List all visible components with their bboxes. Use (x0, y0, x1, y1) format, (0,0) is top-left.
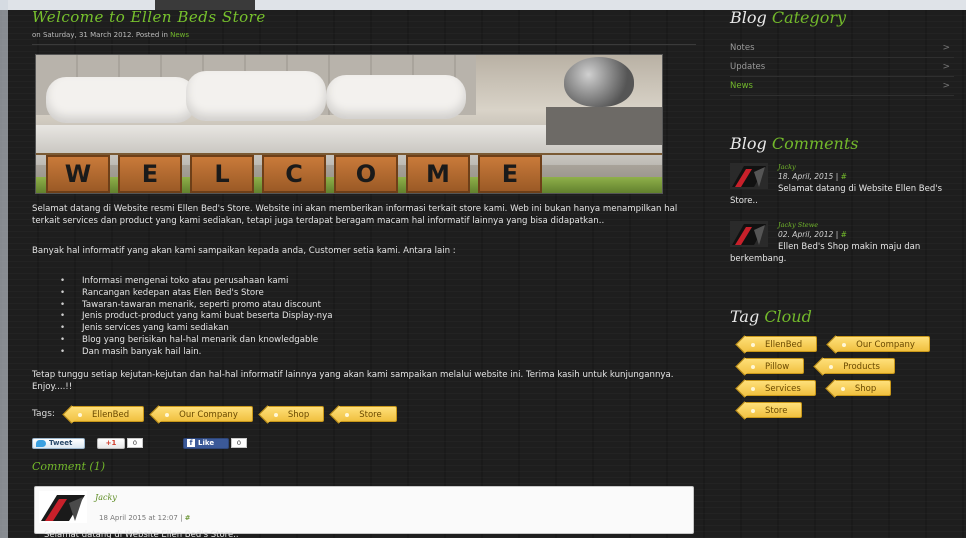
list-item: Dan masih banyak hail lain. (60, 347, 332, 359)
welcome-sign-letter: O (334, 155, 398, 193)
google-plus-count: 0 (127, 438, 143, 448)
recent-comment-date: 18. April, 2015 | # (778, 172, 847, 181)
tags-label: Tags: (32, 409, 55, 419)
post-meta-date: on Saturday, 31 March 2012. Posted in (32, 31, 168, 39)
comment-author[interactable]: Jacky (95, 493, 117, 502)
chevron-right-icon: > (942, 62, 950, 72)
cloud-tag-our-company[interactable]: Our Company (835, 336, 930, 352)
list-item: Tawaran-tawaran menarik, seperti promo a… (60, 300, 332, 312)
share-buttons: Tweet +1 0 f Like 0 (32, 437, 247, 449)
pillow (326, 75, 466, 119)
post-article: Welcome to Ellen Beds Store on Saturday,… (32, 8, 696, 534)
blog-category-title: Blog Category (730, 8, 847, 27)
tag-ellenbed[interactable]: EllenBed (70, 406, 145, 422)
sidebar: Blog Category Notes > Updates > News > Blog… (730, 8, 954, 418)
welcome-sign-letter: M (406, 155, 470, 193)
welcome-sign-letter: E (478, 155, 542, 193)
tag-cloud: EllenBed Our Company Pillow Products Ser… (730, 336, 954, 418)
recent-comment-permalink[interactable]: # (841, 230, 847, 239)
like-label: Like (198, 439, 215, 447)
welcome-signs: WELCOME (46, 155, 542, 193)
cloud-tag-products[interactable]: Products (822, 358, 895, 374)
post-title[interactable]: Welcome to Ellen Beds Store (32, 8, 696, 26)
comment-date: 18 April 2015 at 12:07 | # (99, 514, 191, 522)
recent-comment-author[interactable]: Jacky Stewe (778, 221, 818, 229)
post-paragraph-1: Selamat datang di Website resmi Ellen Be… (32, 204, 678, 226)
tag-our-company[interactable]: Our Company (158, 406, 253, 422)
cloud-tag-services[interactable]: Services (744, 380, 816, 396)
cloud-tag-shop[interactable]: Shop (833, 380, 892, 396)
cloud-tag-ellenbed[interactable]: EllenBed (744, 336, 818, 352)
recent-comment-date: 02. April, 2012 | # (778, 230, 847, 239)
welcome-sign-letter: C (262, 155, 326, 193)
blog-comments-title: Blog Comments (730, 134, 859, 153)
tweet-button[interactable]: Tweet (32, 437, 85, 449)
hero-image-welcome: WELCOME (35, 54, 663, 194)
title-divider (32, 44, 696, 45)
recent-comment-text: Ellen Bed's Shop makin maju dan berkemba… (730, 242, 921, 264)
chevron-right-icon: > (942, 81, 950, 91)
post-tags: Tags: EllenBed Our Company Shop Store (32, 406, 397, 422)
category-item-updates[interactable]: Updates > (730, 58, 954, 77)
google-plus-button[interactable]: +1 (97, 437, 125, 449)
list-item: Jenis product-product yang kami buat bes… (60, 311, 332, 323)
pillow (46, 77, 196, 123)
avatar (39, 491, 87, 523)
left-edge (0, 0, 8, 538)
list-item: Blog yang berisikan hal-hal menarik dan … (60, 335, 332, 347)
category-item-notes[interactable]: Notes > (730, 39, 954, 58)
twitter-bird-icon (36, 439, 46, 447)
comments-heading: Comment (1) (32, 460, 105, 473)
tweet-label: Tweet (49, 439, 73, 447)
recent-comment: Jacky Stewe 02. April, 2012 | # Ellen Be… (730, 221, 954, 273)
list-item: Jenis services yang kami sediakan (60, 323, 332, 335)
list-item: Informasi mengenai toko atau perusahaan … (60, 276, 332, 288)
comment-text: Selamat datang di Website Ellen Bed's St… (44, 530, 239, 538)
facebook-icon: f (187, 439, 195, 447)
facebook-like-button[interactable]: f Like (183, 437, 229, 449)
comment-permalink[interactable]: # (185, 514, 191, 522)
post-meta: on Saturday, 31 March 2012. Posted in Ne… (32, 31, 696, 39)
post-bullet-list: Informasi mengenai toko atau perusahaan … (60, 276, 332, 359)
tag-cloud-title: Tag Cloud (730, 307, 812, 326)
tag-shop[interactable]: Shop (266, 406, 325, 422)
recent-comment-text: Selamat datang di Website Ellen Bed's St… (730, 184, 943, 206)
post-paragraph-3: Tetap tunggu setiap kejutan-kejutan dan … (32, 370, 674, 392)
cloud-tag-pillow[interactable]: Pillow (744, 358, 805, 374)
post-category-link[interactable]: News (170, 31, 189, 39)
tag-store[interactable]: Store (338, 406, 397, 422)
facebook-like-count: 0 (231, 438, 247, 448)
pillow (186, 71, 326, 121)
post-paragraph-2: Banyak hal informatif yang akan kami sam… (32, 246, 456, 256)
category-list: Notes > Updates > News > (730, 39, 954, 96)
category-item-news[interactable]: News > (730, 77, 954, 96)
welcome-sign-letter: L (190, 155, 254, 193)
comment-card: Jacky 18 April 2015 at 12:07 | # (34, 486, 694, 534)
recent-comment-permalink[interactable]: # (841, 172, 847, 181)
welcome-sign-letter: E (118, 155, 182, 193)
recent-comment: Jacky 18. April, 2015 | # Selamat datang… (730, 163, 954, 215)
recent-comment-author[interactable]: Jacky (778, 163, 796, 171)
cloud-tag-store[interactable]: Store (744, 402, 803, 418)
lamp (564, 57, 634, 107)
chevron-right-icon: > (942, 43, 950, 53)
welcome-sign-letter: W (46, 155, 110, 193)
list-item: Rancangan kedepan atas Elen Bed's Store (60, 288, 332, 300)
side-table (546, 107, 662, 145)
